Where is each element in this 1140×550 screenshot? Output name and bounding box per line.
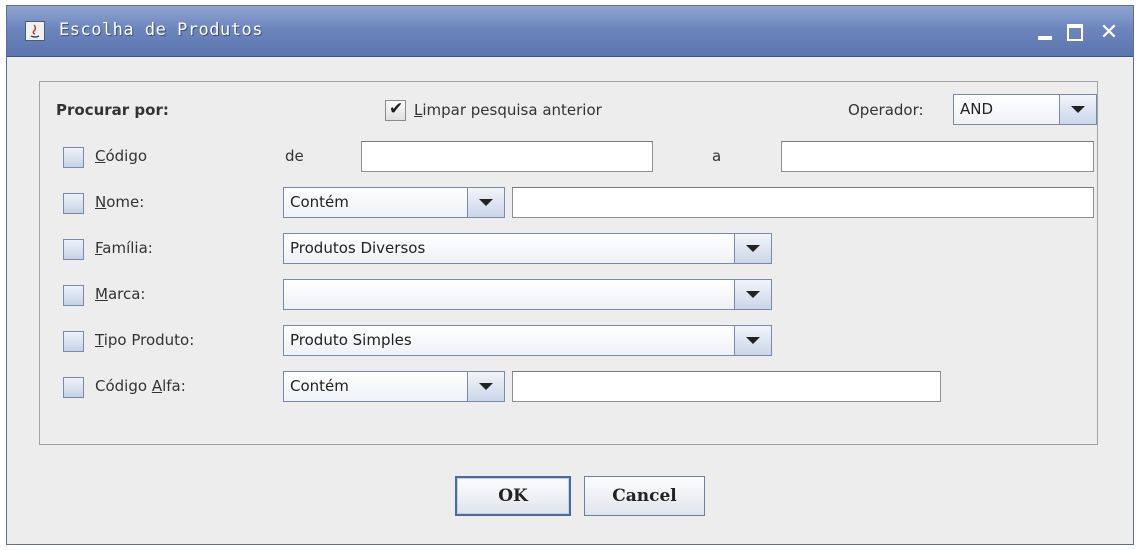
codigo-alfa-input[interactable] [512, 371, 941, 402]
chevron-down-icon[interactable] [734, 326, 771, 355]
operator-label: Operador: [848, 101, 924, 119]
codigo-checkbox[interactable] [63, 147, 84, 168]
codigo-alfa-match-select[interactable]: Contém [283, 371, 505, 402]
clear-previous-label: Limpar pesquisa anterior [414, 101, 602, 119]
codigo-alfa-label: Código Alfa: [95, 377, 186, 395]
familia-label: Família: [95, 239, 153, 257]
nome-input[interactable] [512, 187, 1094, 218]
marca-select[interactable] [283, 279, 772, 310]
cancel-button[interactable]: Cancel [584, 476, 705, 516]
operator-value: AND [960, 100, 994, 118]
maximize-icon[interactable] [1063, 21, 1087, 43]
title-bar[interactable]: Escolha de Produtos ✕ [7, 6, 1133, 57]
tipo-produto-select[interactable]: Produto Simples [283, 325, 772, 356]
checkmark-icon: ✔ [389, 99, 404, 119]
minimize-icon[interactable] [1033, 21, 1057, 43]
operator-select[interactable]: AND [953, 94, 1097, 125]
ok-button[interactable]: OK [455, 476, 571, 516]
familia-checkbox[interactable] [63, 239, 84, 260]
codigo-from-input[interactable] [361, 141, 653, 172]
codigo-alfa-match-value: Contém [290, 377, 349, 395]
nome-label: Nome: [95, 193, 145, 211]
codigo-from-label: de [285, 147, 304, 165]
codigo-to-label: a [712, 147, 722, 165]
chevron-down-icon[interactable] [467, 372, 504, 401]
java-icon [25, 21, 45, 41]
chevron-down-icon[interactable] [1059, 95, 1096, 124]
chevron-down-icon[interactable] [467, 188, 504, 217]
familia-value: Produtos Diversos [290, 239, 426, 257]
chevron-down-icon[interactable] [734, 234, 771, 263]
search-by-label: Procurar por: [56, 101, 169, 119]
marca-checkbox[interactable] [63, 285, 84, 306]
codigo-label: Código [95, 147, 148, 165]
nome-checkbox[interactable] [63, 193, 84, 214]
nome-match-value: Contém [290, 193, 349, 211]
clear-previous-checkbox[interactable]: ✔ [385, 99, 406, 121]
tipo-produto-label: Tipo Produto: [95, 331, 195, 349]
codigo-alfa-checkbox[interactable] [63, 377, 84, 398]
marca-label: Marca: [95, 285, 146, 303]
nome-match-select[interactable]: Contém [283, 187, 505, 218]
tipo-produto-value: Produto Simples [290, 331, 412, 349]
codigo-to-input[interactable] [781, 141, 1094, 172]
window-title: Escolha de Produtos [59, 20, 263, 40]
close-icon[interactable]: ✕ [1097, 20, 1121, 45]
tipo-produto-checkbox[interactable] [63, 331, 84, 352]
chevron-down-icon[interactable] [734, 280, 771, 309]
familia-select[interactable]: Produtos Diversos [283, 233, 772, 264]
